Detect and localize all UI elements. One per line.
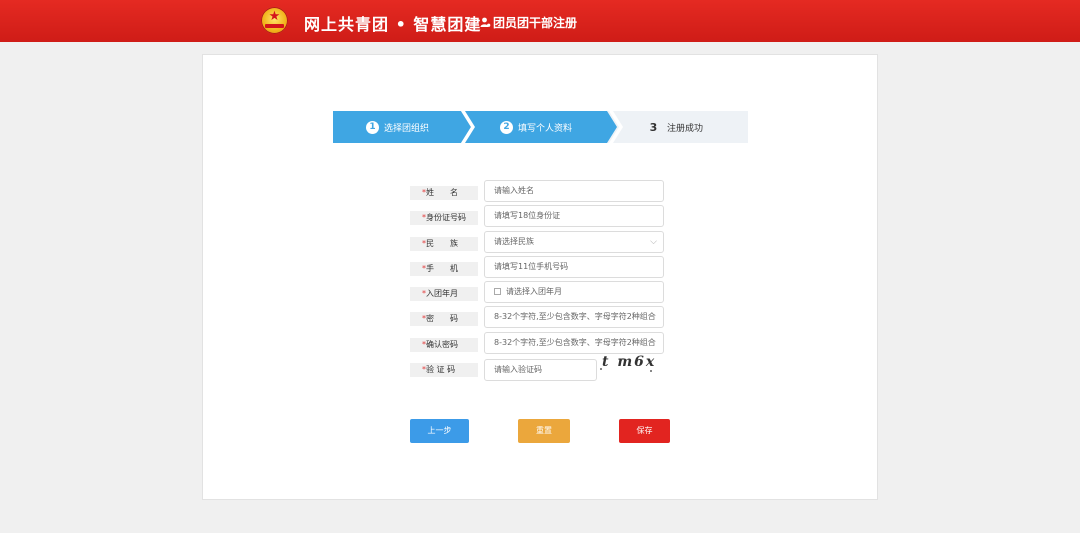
captcha-text: t m6x: [602, 354, 657, 370]
field-label: *入团年月: [410, 287, 478, 301]
join-date-placeholder: 请选择入团年月: [506, 287, 562, 296]
id-number-input[interactable]: 请填写18位身份证: [484, 205, 664, 227]
save-button[interactable]: 保存: [619, 419, 670, 443]
step-2-label: 填写个人资料: [518, 123, 573, 134]
step-1-label: 选择团组织: [384, 123, 430, 134]
field-label: *验 证 码: [410, 363, 478, 377]
phone-input[interactable]: 请填写11位手机号码: [484, 256, 664, 278]
site-title: 网上共青团 • 智慧团建: [304, 15, 482, 34]
field-label: *手 机: [410, 262, 478, 276]
step-2-number: 2: [500, 120, 513, 134]
field-label: *身份证号码: [410, 211, 478, 225]
ethnicity-select-value: 请选择民族: [494, 237, 534, 246]
previous-step-button[interactable]: 上一步: [410, 419, 469, 443]
registration-card: 1 选择团组织 2 填写个人资料 3 注册成功 *姓 名 请输入姓名 *身份证号…: [202, 54, 878, 500]
step-progress: 1 选择团组织 2 填写个人资料 3 注册成功: [333, 111, 748, 143]
register-link-label: 团员团干部注册: [493, 16, 578, 30]
captcha-input[interactable]: 请输入验证码: [484, 359, 597, 381]
calendar-icon: [494, 288, 501, 295]
field-label: *姓 名: [410, 186, 478, 200]
step-1-number: 1: [366, 120, 379, 134]
step-3-label: 注册成功: [667, 123, 704, 134]
password-input[interactable]: 8-32个字符,至少包含数字、字母字符2种组合: [484, 306, 664, 328]
user-icon: [480, 17, 491, 27]
join-date-picker[interactable]: 请选择入团年月: [484, 281, 664, 303]
captcha-image[interactable]: t m6x: [600, 354, 658, 376]
youth-league-emblem-icon: ★: [261, 7, 288, 34]
top-header: ★ 网上共青团 • 智慧团建 团员团干部注册: [0, 0, 1080, 42]
ethnicity-select[interactable]: 请选择民族 ⌵: [484, 231, 664, 253]
field-label: *密 码: [410, 312, 478, 326]
step-3-number: 3: [649, 120, 658, 134]
chevron-down-icon: ⌵: [650, 237, 657, 247]
register-link[interactable]: 团员团干部注册: [480, 14, 577, 31]
step-2: 2 填写个人资料: [465, 111, 617, 143]
step-1: 1 选择团组织: [333, 111, 471, 143]
reset-button[interactable]: 重置: [518, 419, 570, 443]
confirm-password-input[interactable]: 8-32个字符,至少包含数字、字母字符2种组合: [484, 332, 664, 354]
name-input[interactable]: 请输入姓名: [484, 180, 664, 202]
field-label: *确认密码: [410, 338, 478, 352]
field-label: *民 族: [410, 237, 478, 251]
step-3: 3 注册成功: [623, 111, 743, 143]
